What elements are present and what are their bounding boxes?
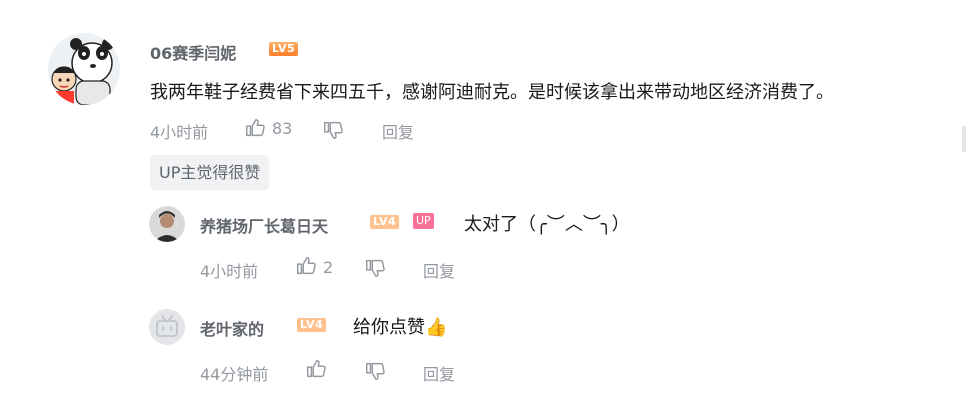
default-avatar-icon — [149, 309, 185, 345]
level-badge: LV5 — [269, 42, 299, 56]
comment-text: 我两年鞋子经费省下来四五千，感谢阿迪耐克。是时候该拿出来带动地区经济消费了。 — [150, 82, 834, 103]
reply-button[interactable]: 回复 — [382, 119, 414, 143]
like-button[interactable] — [244, 117, 266, 143]
dislike-button[interactable] — [364, 360, 386, 386]
level-badge: LV4 — [297, 318, 327, 332]
dislike-button[interactable] — [322, 119, 344, 145]
reply-button[interactable]: 回复 — [423, 258, 455, 282]
avatar-photo — [149, 206, 185, 242]
like-button[interactable] — [305, 358, 327, 384]
like-count: 2 — [323, 258, 334, 277]
comment-time: 4小时前 — [150, 123, 209, 142]
like-count: 83 — [272, 119, 293, 138]
thumbs-up-icon — [297, 257, 316, 275]
reply-time: 4小时前 — [200, 262, 259, 281]
up-tag: UP — [413, 213, 434, 229]
reply-time: 44分钟前 — [200, 365, 269, 384]
reply-text: 给你点赞👍 — [353, 317, 448, 338]
reply-text: 太对了（╭︶︿︶╮） — [464, 214, 630, 235]
up-liked-tag: UP主觉得很赞 — [150, 155, 270, 190]
thumbs-up-icon — [246, 119, 265, 137]
level-badge: LV4 — [370, 215, 400, 229]
thumbs-down-icon — [366, 259, 385, 277]
reply-username[interactable]: 老叶家的 — [200, 316, 264, 340]
avatar-illustration — [48, 33, 120, 105]
scrollbar[interactable] — [962, 126, 966, 152]
avatar[interactable] — [48, 33, 120, 105]
dislike-button[interactable] — [364, 257, 386, 283]
thumbs-up-icon — [307, 360, 326, 378]
reply-button[interactable]: 回复 — [423, 361, 455, 385]
thumbs-down-icon — [324, 121, 343, 139]
reply-username[interactable]: 养猪场厂长葛日天 — [200, 213, 328, 237]
comment-username[interactable]: 06赛季闫妮 — [150, 40, 236, 64]
reply-avatar[interactable] — [149, 206, 185, 242]
reply-avatar[interactable] — [149, 309, 185, 345]
like-button[interactable] — [295, 255, 317, 281]
thumbs-down-icon — [366, 362, 385, 380]
